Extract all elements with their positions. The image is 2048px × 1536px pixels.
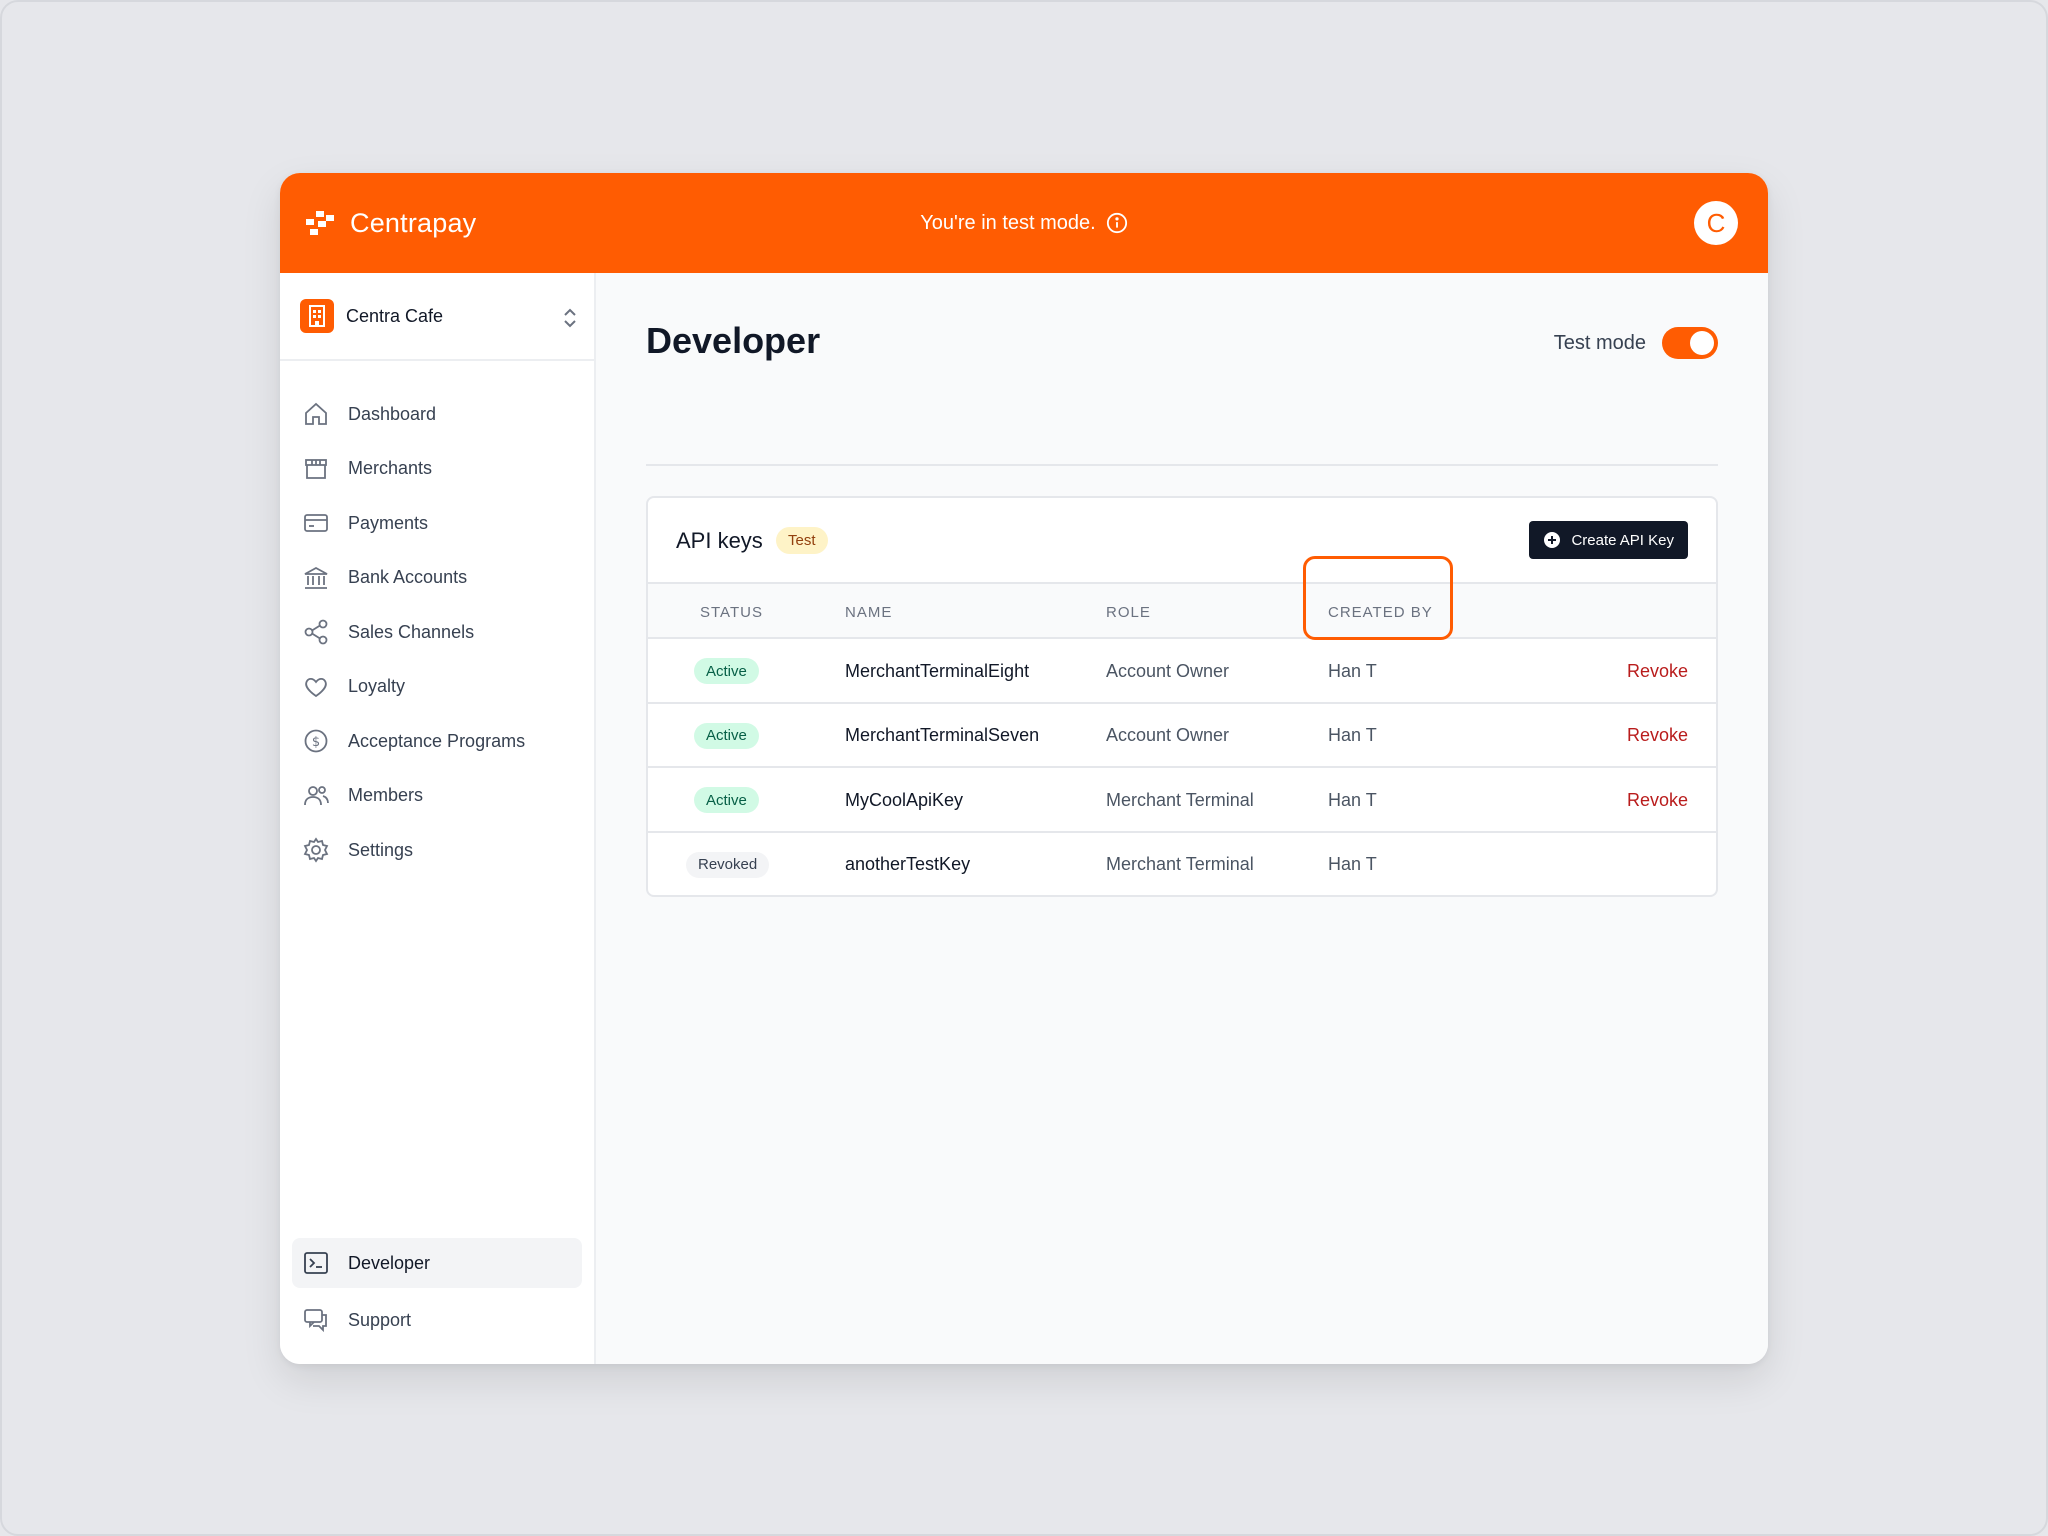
top-bar: You're in test mode. Centrapay C	[280, 173, 1768, 273]
users-icon	[304, 785, 329, 805]
sidebar-item-label: Support	[348, 1309, 412, 1330]
sidebar-nav: Dashboard Merchants Payments Bank Accoun…	[280, 387, 594, 878]
column-header-role: ROLE	[1106, 604, 1151, 621]
home-icon	[305, 403, 327, 426]
column-header-status: STATUS	[700, 604, 763, 621]
table-row: Active MyCoolApiKey Merchant Terminal Ha…	[648, 768, 1716, 833]
sidebar-item-label: Acceptance Programs	[348, 730, 526, 751]
page-title: Developer	[646, 320, 821, 361]
heart-icon	[305, 677, 327, 697]
test-mode-banner: You're in test mode.	[280, 173, 1768, 273]
sidebar-item-label: Developer	[348, 1252, 431, 1273]
status-badge: Active	[694, 722, 759, 749]
sidebar-item-label: Loyalty	[348, 676, 406, 697]
centrapay-logo-icon	[306, 211, 334, 235]
bank-icon	[304, 566, 328, 589]
create-api-key-label: Create API Key	[1571, 531, 1674, 549]
test-mode-toggle-group: Test mode	[1554, 327, 1718, 359]
sidebar-bottom-nav: Developer Support	[280, 1238, 594, 1348]
sidebar-item-label: Bank Accounts	[348, 567, 468, 588]
key-name: MyCoolApiKey	[845, 789, 964, 810]
key-name: anotherTestKey	[845, 854, 971, 874]
test-tag: Test	[776, 527, 828, 554]
info-icon[interactable]	[1106, 212, 1128, 234]
revoke-button[interactable]: Revoke	[1627, 768, 1688, 832]
test-mode-label: Test mode	[1553, 331, 1646, 354]
sidebar-item-label: Payments	[348, 512, 429, 533]
table-header: STATUS NAME ROLE CREATED BY	[648, 584, 1716, 639]
sidebar-item-dashboard[interactable]: Dashboard	[280, 387, 594, 442]
sidebar-item-label: Sales Channels	[348, 621, 475, 642]
key-created-by: Han T	[1328, 660, 1377, 681]
svg-text:$: $	[312, 735, 320, 750]
terminal-icon	[304, 1252, 328, 1274]
key-created-by: Han T	[1328, 854, 1377, 874]
table-row: Revoked anotherTestKey Merchant Terminal…	[648, 833, 1716, 896]
key-role: Account Owner	[1106, 660, 1230, 681]
user-avatar[interactable]: C	[1694, 201, 1738, 245]
key-role: Account Owner	[1106, 725, 1230, 745]
chat-icon	[304, 1309, 327, 1333]
dollar-circle-icon: $	[304, 729, 328, 753]
sidebar: Centra Cafe Dashboard Merchants Payments…	[280, 273, 596, 1364]
share-icon	[304, 619, 328, 645]
api-keys-title: API keys	[676, 528, 763, 553]
app-window: You're in test mode. Centrapay C Centra …	[280, 173, 1768, 1364]
key-role: Merchant Terminal	[1106, 854, 1254, 874]
sidebar-item-members[interactable]: Members	[280, 769, 594, 824]
switch-knob	[1690, 331, 1714, 355]
column-header-name: NAME	[845, 604, 893, 621]
credit-card-icon	[304, 514, 328, 533]
status-badge: Revoked	[686, 851, 770, 878]
plus-circle-icon	[1544, 532, 1561, 548]
sidebar-item-sales-channels[interactable]: Sales Channels	[280, 605, 594, 660]
sidebar-item-label: Members	[348, 785, 424, 806]
key-created-by: Han T	[1328, 789, 1377, 810]
status-badge: Active	[694, 787, 759, 813]
chevron-up-down-icon[interactable]	[562, 307, 578, 329]
store-icon	[305, 458, 327, 479]
sidebar-item-label: Settings	[348, 839, 414, 860]
column-header-created-by: CREATED BY	[1328, 604, 1433, 621]
test-mode-switch[interactable]	[1662, 327, 1718, 359]
org-name: Centra Cafe	[346, 305, 444, 326]
key-created-by: Han T	[1328, 725, 1377, 745]
sidebar-item-settings[interactable]: Settings	[280, 823, 594, 878]
sidebar-item-label: Dashboard	[348, 403, 437, 424]
sidebar-item-bank-accounts[interactable]: Bank Accounts	[280, 551, 594, 606]
building-icon	[300, 299, 334, 333]
brand-name: Centrapay	[350, 207, 477, 238]
table-row: Active MerchantTerminalEight Account Own…	[648, 639, 1716, 704]
key-role: Merchant Terminal	[1106, 789, 1254, 810]
org-switcher[interactable]: Centra Cafe	[280, 273, 594, 361]
key-name: MerchantTerminalEight	[845, 660, 1030, 681]
key-name: MerchantTerminalSeven	[845, 725, 1040, 745]
sidebar-item-label: Merchants	[348, 458, 433, 479]
api-keys-card-header: API keys Test Create API Key	[648, 498, 1716, 584]
revoke-button[interactable]: Revoke	[1627, 639, 1688, 703]
sidebar-item-payments[interactable]: Payments	[280, 496, 594, 551]
sidebar-item-loyalty[interactable]: Loyalty	[280, 660, 594, 715]
sidebar-item-developer[interactable]: Developer	[292, 1238, 582, 1288]
create-api-key-button[interactable]: Create API Key	[1529, 521, 1688, 559]
brand[interactable]: Centrapay	[304, 199, 476, 247]
test-mode-banner-text: You're in test mode.	[920, 211, 1096, 234]
main-content: Developer Test mode API keys Test Create…	[596, 273, 1768, 1364]
revoke-button[interactable]: Revoke	[1627, 704, 1688, 768]
header-divider	[646, 464, 1718, 466]
status-badge: Active	[694, 658, 759, 684]
gear-icon	[303, 837, 329, 863]
sidebar-item-merchants[interactable]: Merchants	[280, 442, 594, 497]
table-row: Active MerchantTerminalSeven Account Own…	[648, 704, 1716, 768]
sidebar-item-acceptance-programs[interactable]: $ Acceptance Programs	[280, 714, 594, 769]
sidebar-item-support[interactable]: Support	[280, 1293, 594, 1348]
api-keys-card: API keys Test Create API Key STATUS NAME…	[646, 496, 1718, 897]
